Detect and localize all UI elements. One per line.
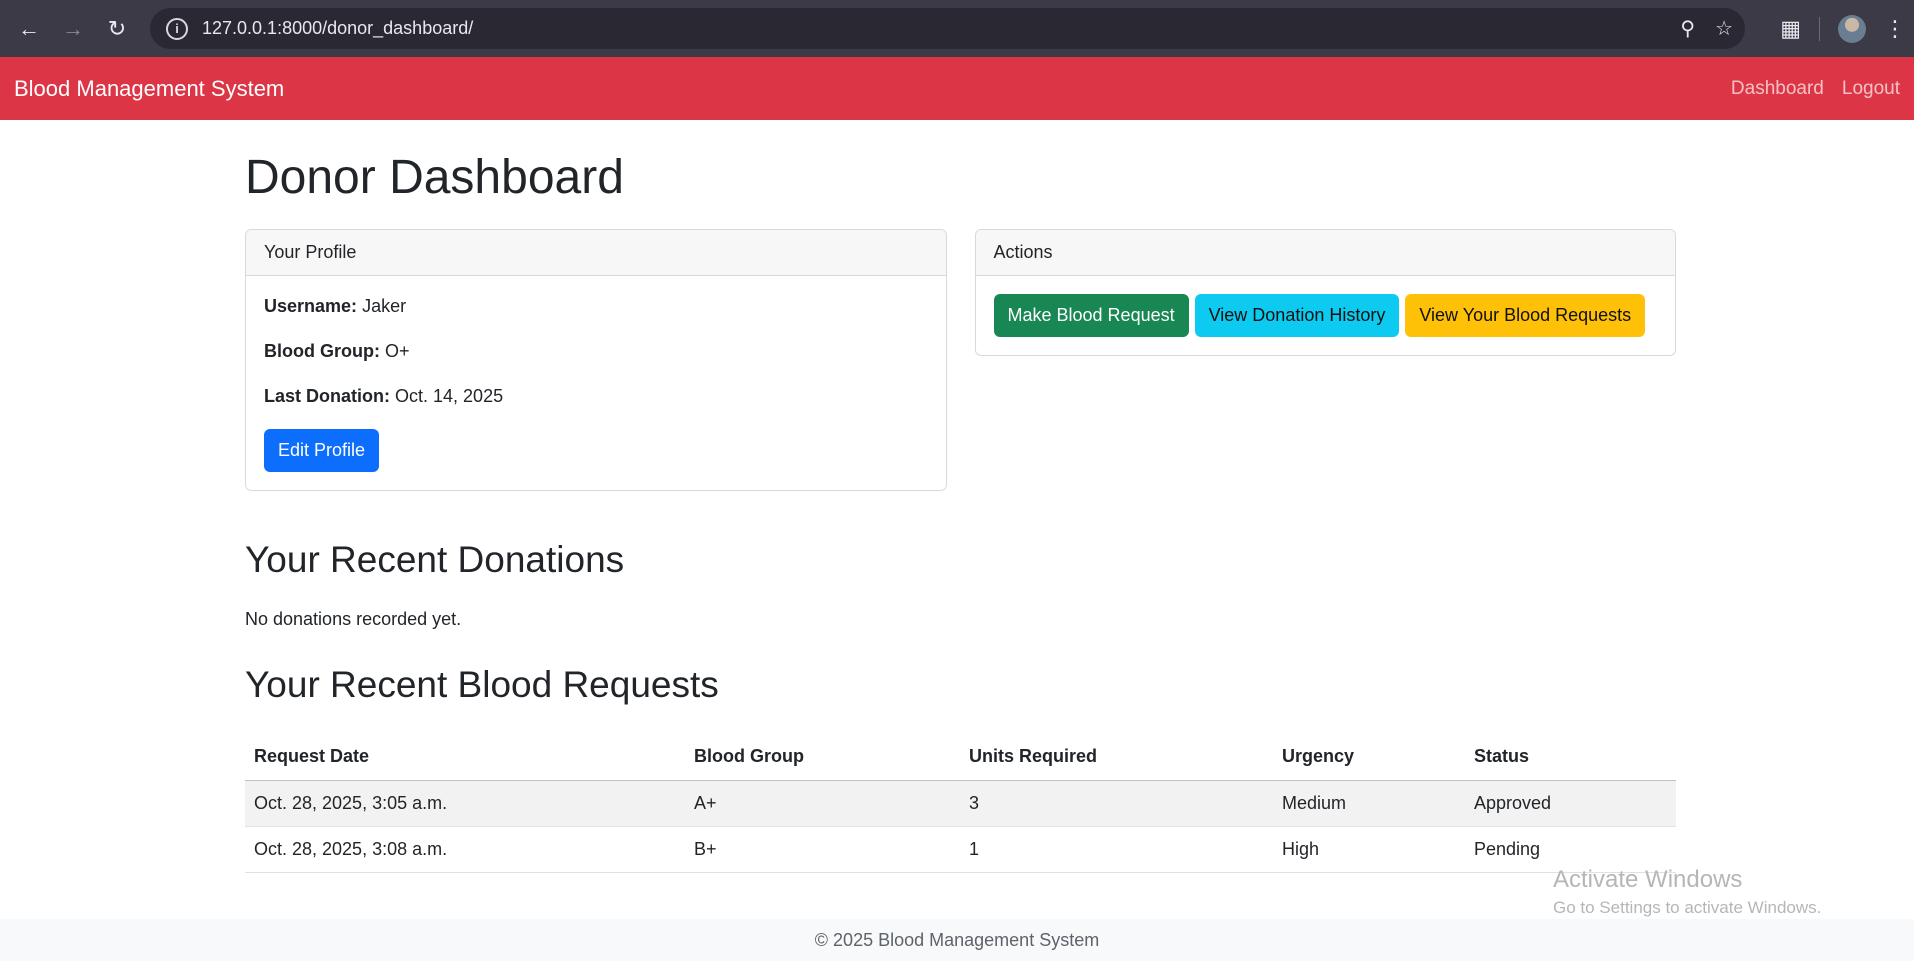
app-navbar: Blood Management System Dashboard Logout — [0, 57, 1914, 120]
recent-requests-title: Your Recent Blood Requests — [245, 664, 719, 705]
zoom-icon[interactable]: ⚲ — [1680, 16, 1695, 41]
cell-request-date: Oct. 28, 2025, 3:05 a.m. — [245, 780, 685, 827]
profile-card-header: Your Profile — [246, 230, 946, 276]
bookmark-star-icon[interactable]: ☆ — [1715, 16, 1733, 41]
cell-units-required: 1 — [960, 826, 1273, 873]
table-header-row: Request Date Blood Group Units Required … — [245, 734, 1676, 781]
actions-card-body: Make Blood Request View Donation History… — [976, 276, 1676, 355]
main-container: Donor Dashboard Your Profile Username: J… — [245, 120, 1676, 873]
table-row: Oct. 28, 2025, 3:05 a.m. A+ 3 Medium App… — [245, 780, 1676, 827]
last-donation-line: Last Donation: Oct. 14, 2025 — [264, 384, 928, 408]
url-text[interactable]: 127.0.0.1:8000/donor_dashboard/ — [202, 18, 473, 39]
toolbar-divider — [1819, 16, 1820, 41]
column-header-request-date: Request Date — [245, 734, 685, 781]
blood-group-label: Blood Group: — [264, 341, 380, 361]
column-header-blood-group: Blood Group — [685, 734, 960, 781]
watermark-subtitle: Go to Settings to activate Windows. — [1553, 898, 1822, 917]
omnibox-actions: ⚲ ☆ — [1680, 8, 1733, 49]
edit-profile-button[interactable]: Edit Profile — [264, 429, 380, 472]
brand-link[interactable]: Blood Management System — [14, 76, 284, 102]
column-header-urgency: Urgency — [1273, 734, 1465, 781]
menu-dots-icon[interactable]: ⋮ — [1884, 16, 1906, 42]
cell-urgency: Medium — [1273, 780, 1465, 827]
watermark-title: Activate Windows — [1553, 866, 1743, 893]
username-value: Jaker — [362, 296, 407, 316]
username-label: Username: — [264, 296, 358, 316]
reload-icon[interactable]: ↻ — [98, 10, 136, 48]
column-header-status: Status — [1465, 734, 1676, 781]
site-info-icon[interactable]: i — [166, 17, 188, 40]
recent-donations-title: Your Recent Donations — [245, 539, 625, 580]
cell-status: Approved — [1465, 780, 1676, 827]
address-bar[interactable]: i 127.0.0.1:8000/donor_dashboard/ ⚲ ☆ — [150, 8, 1745, 49]
table-row: Oct. 28, 2025, 3:08 a.m. B+ 1 High Pendi… — [245, 826, 1676, 873]
last-donation-label: Last Donation: — [264, 386, 390, 406]
nav-logout-link[interactable]: Logout — [1842, 78, 1900, 100]
cell-urgency: High — [1273, 826, 1465, 873]
profile-avatar[interactable] — [1838, 14, 1866, 43]
blood-group-value: O+ — [385, 341, 410, 361]
blood-group-line: Blood Group: O+ — [264, 339, 928, 363]
windows-activation-watermark: Activate Windows Go to Settings to activ… — [1553, 866, 1821, 918]
column-header-units-required: Units Required — [960, 734, 1273, 781]
extensions-icon[interactable]: ▦ — [1780, 16, 1801, 42]
back-arrow-icon[interactable]: ← — [10, 10, 48, 48]
make-blood-request-button[interactable]: Make Blood Request — [993, 294, 1189, 337]
last-donation-value: Oct. 14, 2025 — [395, 386, 504, 406]
view-blood-requests-button[interactable]: View Your Blood Requests — [1405, 294, 1646, 337]
nav-links: Dashboard Logout — [1731, 78, 1900, 100]
cell-request-date: Oct. 28, 2025, 3:08 a.m. — [245, 826, 685, 873]
requests-table: Request Date Blood Group Units Required … — [245, 734, 1676, 873]
no-donations-text: No donations recorded yet. — [245, 609, 462, 629]
page-title: Donor Dashboard — [245, 151, 624, 204]
actions-card-header: Actions — [975, 230, 1675, 276]
cell-units-required: 3 — [960, 780, 1273, 827]
actions-card: Actions Make Blood Request View Donation… — [974, 229, 1676, 356]
forward-arrow-icon[interactable]: → — [54, 10, 92, 48]
footer-text: © 2025 Blood Management System — [814, 929, 1100, 950]
cell-blood-group: A+ — [685, 780, 960, 827]
view-donation-history-button[interactable]: View Donation History — [1194, 294, 1400, 337]
page-footer: © 2025 Blood Management System — [0, 919, 1914, 961]
profile-card: Your Profile Username: Jaker Blood Group… — [245, 229, 947, 491]
nav-dashboard-link[interactable]: Dashboard — [1731, 78, 1824, 100]
username-line: Username: Jaker — [264, 294, 928, 318]
browser-toolbar: ← → ↻ i 127.0.0.1:8000/donor_dashboard/ … — [0, 0, 1914, 57]
cell-blood-group: B+ — [685, 826, 960, 873]
cards-row: Your Profile Username: Jaker Blood Group… — [245, 229, 1676, 491]
browser-actions: ▦ ⋮ — [1780, 8, 1906, 49]
profile-card-body: Username: Jaker Blood Group: O+ Last Don… — [246, 276, 946, 490]
